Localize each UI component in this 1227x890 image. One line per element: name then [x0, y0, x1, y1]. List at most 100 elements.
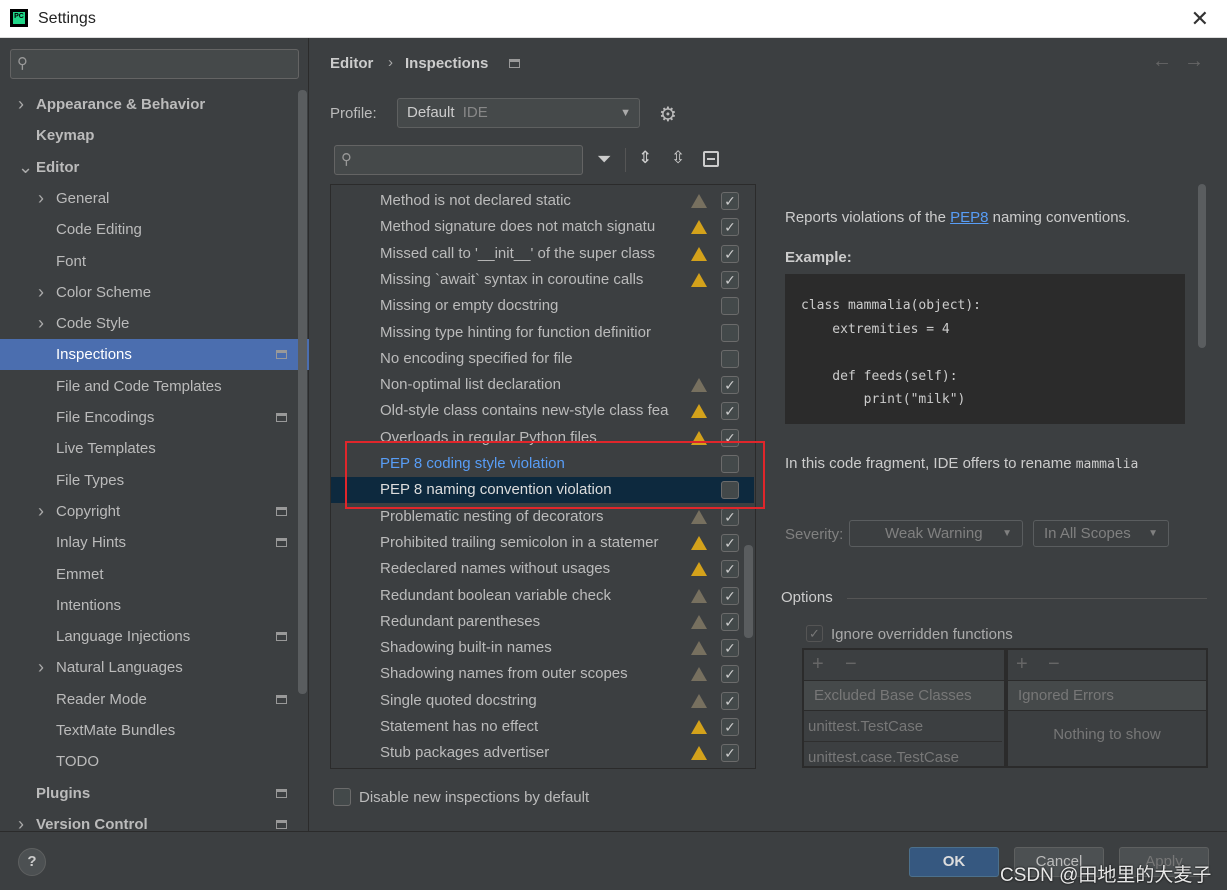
remove-icon[interactable]: −: [1048, 653, 1060, 676]
inspection-checkbox[interactable]: [721, 323, 739, 342]
sidebar-item-emmet[interactable]: Emmet: [0, 559, 296, 590]
inspection-row[interactable]: Redundant boolean variable check ✓: [331, 583, 754, 609]
warning-icon: [691, 746, 707, 761]
inspection-checkbox[interactable]: ✓: [721, 744, 739, 763]
inspection-checkbox[interactable]: ✓: [721, 376, 739, 395]
chevron-right-icon[interactable]: ›: [38, 652, 44, 683]
sidebar-item-editor[interactable]: ⌄ Editor: [0, 152, 296, 183]
sidebar-item-plugins[interactable]: Plugins: [0, 778, 296, 809]
inspection-row[interactable]: Missing or empty docstring: [331, 293, 754, 319]
description-note: In this code fragment, IDE offers to ren…: [785, 455, 1138, 472]
expand-all-icon[interactable]: ⇕: [638, 148, 652, 168]
inspection-row[interactable]: No encoding specified for file: [331, 346, 754, 372]
close-icon[interactable]: ✕: [1191, 6, 1209, 32]
inspection-checkbox[interactable]: ✓: [721, 639, 739, 658]
sidebar-item-file-and-code-templates[interactable]: File and Code Templates: [0, 371, 296, 402]
inspection-search-input[interactable]: ⚲: [334, 145, 583, 175]
sidebar-item-code-style[interactable]: › Code Style: [0, 308, 296, 339]
chevron-right-icon[interactable]: ›: [38, 183, 44, 214]
chevron-down-icon[interactable]: ⌄: [18, 152, 33, 183]
chevron-right-icon[interactable]: ›: [38, 308, 44, 339]
inspection-checkbox[interactable]: ✓: [721, 244, 739, 263]
inspection-row[interactable]: Method signature does not match signatu ✓: [331, 214, 754, 240]
tree-scrollbar[interactable]: [744, 545, 753, 638]
chevron-right-icon[interactable]: ›: [18, 89, 24, 120]
profile-dropdown[interactable]: Default IDE ▼: [397, 98, 640, 128]
sidebar-scrollbar[interactable]: [298, 90, 307, 694]
sidebar-item-file-encodings[interactable]: File Encodings: [0, 402, 296, 433]
inspection-checkbox[interactable]: ✓: [721, 270, 739, 289]
inspection-row[interactable]: Old-style class contains new-style class…: [331, 398, 754, 424]
sidebar-item-label: Color Scheme: [56, 283, 152, 301]
forward-arrow-icon[interactable]: →: [1184, 50, 1204, 73]
inspection-row[interactable]: Missed call to '__init__' of the super c…: [331, 241, 754, 267]
reset-icon[interactable]: [703, 151, 719, 167]
sidebar-item-font[interactable]: Font: [0, 246, 296, 277]
remove-icon[interactable]: −: [845, 653, 857, 676]
add-icon[interactable]: +: [812, 653, 824, 676]
sidebar-item-keymap[interactable]: Keymap: [0, 120, 296, 151]
help-button[interactable]: ?: [18, 848, 46, 876]
inspection-label: Shadowing names from outer scopes: [380, 665, 628, 683]
excluded-row[interactable]: unittest.TestCase: [804, 711, 1002, 742]
inspection-checkbox[interactable]: [721, 297, 739, 316]
sidebar-item-color-scheme[interactable]: › Color Scheme: [0, 277, 296, 308]
inspection-row[interactable]: Missing `await` syntax in coroutine call…: [331, 267, 754, 293]
sidebar-item-textmate-bundles[interactable]: TextMate Bundles: [0, 715, 296, 746]
inspection-row[interactable]: Statement has no effect ✓: [331, 714, 754, 740]
inspection-row[interactable]: Method is not declared static ✓: [331, 188, 754, 214]
back-arrow-icon[interactable]: ←: [1152, 50, 1172, 73]
collapse-all-icon[interactable]: ⇳: [671, 148, 685, 168]
chevron-right-icon[interactable]: ›: [38, 496, 44, 527]
sidebar-search-input[interactable]: ⚲: [10, 49, 299, 79]
sidebar-item-reader-mode[interactable]: Reader Mode: [0, 684, 296, 715]
sidebar-item-code-editing[interactable]: Code Editing: [0, 214, 296, 245]
inspection-checkbox[interactable]: ✓: [721, 718, 739, 736]
add-icon[interactable]: +: [1016, 653, 1028, 676]
inspection-checkbox[interactable]: ✓: [721, 691, 739, 710]
inspection-row[interactable]: Non-optimal list declaration ✓: [331, 372, 754, 398]
sidebar-item-file-types[interactable]: File Types: [0, 465, 296, 496]
inspection-checkbox[interactable]: ✓: [721, 665, 739, 684]
breadcrumb-editor[interactable]: Editor: [330, 55, 373, 72]
sidebar-item-inlay-hints[interactable]: Inlay Hints: [0, 527, 296, 558]
inspection-checkbox[interactable]: ✓: [721, 192, 739, 210]
inspection-row[interactable]: Missing type hinting for function defini…: [331, 320, 754, 346]
disable-new-checkbox[interactable]: [333, 788, 351, 806]
inspection-checkbox[interactable]: ✓: [721, 586, 739, 605]
severity-dropdown[interactable]: Weak Warning ▼: [849, 520, 1023, 547]
sidebar-item-language-injections[interactable]: Language Injections: [0, 621, 296, 652]
filter-icon[interactable]: ⏷: [597, 149, 611, 170]
inspection-checkbox[interactable]: ✓: [721, 218, 739, 237]
sidebar-item-copyright[interactable]: › Copyright: [0, 496, 296, 527]
inspection-row[interactable]: Redeclared names without usages ✓: [331, 556, 754, 582]
inspection-row[interactable]: Shadowing built-in names ✓: [331, 635, 754, 661]
sidebar-item-appearance-behavior[interactable]: › Appearance & Behavior: [0, 89, 296, 120]
inspection-checkbox[interactable]: ✓: [721, 507, 739, 526]
inspection-row[interactable]: Prohibited trailing semicolon in a state…: [331, 530, 754, 556]
ignore-overridden-checkbox[interactable]: ✓: [806, 625, 823, 642]
sidebar-item-todo[interactable]: TODO: [0, 746, 296, 777]
inspection-checkbox[interactable]: ✓: [721, 560, 739, 579]
inspection-checkbox[interactable]: ✓: [721, 533, 739, 552]
sidebar-item-general[interactable]: › General: [0, 183, 296, 214]
inspection-row[interactable]: Single quoted docstring ✓: [331, 688, 754, 714]
sidebar-item-inspections[interactable]: Inspections: [0, 339, 309, 371]
inspection-checkbox[interactable]: ✓: [721, 612, 739, 631]
ok-button[interactable]: OK: [909, 847, 999, 877]
weak-warning-icon: [691, 693, 707, 708]
inspection-row[interactable]: Redundant parentheses ✓: [331, 609, 754, 635]
description-scrollbar[interactable]: [1198, 184, 1206, 348]
sidebar-item-intentions[interactable]: Intentions: [0, 590, 296, 621]
inspection-row[interactable]: Shadowing names from outer scopes ✓: [331, 661, 754, 687]
sidebar-item-natural-languages[interactable]: › Natural Languages: [0, 652, 296, 683]
inspection-checkbox[interactable]: ✓: [721, 402, 739, 421]
gear-icon[interactable]: ⚙: [659, 102, 677, 127]
inspection-checkbox[interactable]: [721, 349, 739, 368]
inspection-row[interactable]: Stub packages advertiser ✓: [331, 740, 754, 766]
pep8-link[interactable]: PEP8: [950, 209, 988, 226]
excluded-row[interactable]: unittest.case.TestCase: [804, 742, 1002, 773]
scope-dropdown[interactable]: In All Scopes ▼: [1033, 520, 1169, 547]
chevron-right-icon[interactable]: ›: [38, 277, 44, 308]
sidebar-item-live-templates[interactable]: Live Templates: [0, 433, 296, 464]
